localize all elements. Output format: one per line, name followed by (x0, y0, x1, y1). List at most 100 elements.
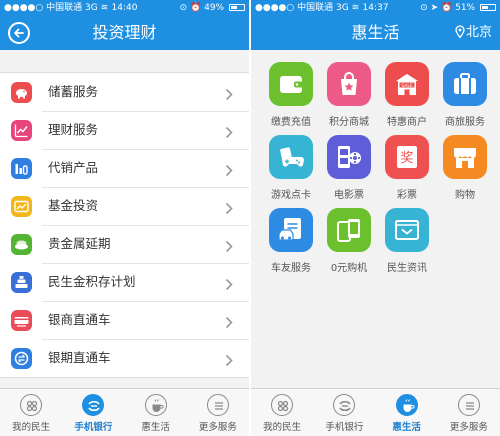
chevron-right-icon (225, 162, 233, 181)
sale-store-icon: SALE (385, 62, 429, 106)
battery-icon (229, 4, 245, 11)
grid-item[interactable]: 奖彩票 (378, 135, 436, 201)
city-selector[interactable]: 北京 (455, 16, 492, 50)
wallet-icon (269, 62, 313, 106)
service-list: 储蓄服务理财服务代销产品基金投资贵金属延期 民生金积存计划银商直通车银期直通车 (0, 72, 249, 378)
lottery-icon: 奖 (385, 135, 429, 179)
grid-item-label: 特惠商户 (387, 117, 427, 128)
chevron-right-icon (225, 314, 233, 333)
grid-item-label: 缴费充值 (271, 117, 311, 128)
grid-item[interactable]: 0元购机 (320, 208, 378, 274)
bank-logo-icon (82, 394, 105, 416)
grid-icon (271, 394, 294, 416)
tab-life[interactable]: 惠生活 (376, 389, 438, 436)
grid-item[interactable]: SALE 特惠商户 (378, 62, 436, 128)
location-icon: ➤ (430, 3, 439, 13)
list-item-label: 银商直通车 (48, 312, 111, 327)
grid-item-label: 积分商城 (329, 117, 369, 128)
chevron-right-icon (225, 352, 233, 371)
life-screen: ●●●●○ 中国联通 3G ≋ 14:37 ⊙ ➤ ⏰ 51% 惠生活 北京 缴… (251, 0, 500, 436)
grid-item-label: 电影票 (334, 190, 364, 201)
tab-bar: 我的民生 手机银行 惠生活 更多服务 (251, 388, 500, 436)
grid-item[interactable]: 电影票 (320, 135, 378, 201)
piggy-bank-icon (11, 82, 32, 103)
grid-item[interactable]: 车友服务 (262, 208, 320, 274)
tab-life[interactable]: 惠生活 (125, 389, 187, 436)
fund-icon (11, 196, 32, 217)
gold-stack-icon (11, 272, 32, 293)
nav-bar: 惠生活 北京 (251, 16, 500, 50)
tab-mobile-bank[interactable]: 手机银行 (62, 389, 124, 436)
city-name: 北京 (465, 25, 492, 40)
grid-item[interactable]: 积分商城 (320, 62, 378, 128)
page-title: 投资理财 (92, 23, 157, 42)
tab-label: 惠生活 (141, 422, 170, 433)
grid-item[interactable]: 游戏点卡 (262, 135, 320, 201)
cup-icon (395, 394, 418, 416)
location-pin-icon (455, 25, 465, 39)
trend-chart-icon (11, 120, 32, 141)
tab-more[interactable]: 更多服务 (187, 389, 249, 436)
list-item-label: 代销产品 (48, 160, 99, 175)
shopping-bag-icon (327, 62, 371, 106)
grid-item-label: 彩票 (397, 190, 417, 201)
list-item[interactable]: 银商直通车 (0, 301, 249, 339)
grid-icon (20, 394, 43, 416)
grid-item[interactable]: 商旅服务 (436, 62, 494, 128)
tab-mine[interactable]: 我的民生 (0, 389, 62, 436)
tab-label: 手机银行 (325, 422, 364, 433)
grid-item-label: 游戏点卡 (271, 190, 311, 201)
film-icon (327, 135, 371, 179)
news-icon (385, 208, 429, 252)
cup-icon (144, 394, 167, 416)
list-item[interactable]: 储蓄服务 (0, 73, 249, 111)
gold-bars-icon (11, 234, 32, 255)
battery-icon (480, 4, 496, 11)
list-item[interactable]: 民生金积存计划 (0, 263, 249, 301)
grid-item-label: 民生资讯 (387, 263, 427, 274)
grid-item[interactable]: 缴费充值 (262, 62, 320, 128)
tab-label: 更多服务 (198, 422, 237, 433)
status-bar: ●●●●○ 中国联通 3G ≋ 14:40 ⊙ ⏰ 49% (0, 0, 249, 16)
lock-icon: ⊙ (179, 3, 188, 13)
store-icon (443, 135, 487, 179)
list-item-label: 理财服务 (48, 122, 99, 137)
card-icon (11, 310, 32, 331)
tab-mobile-bank[interactable]: 手机银行 (313, 389, 375, 436)
list-item[interactable]: 代销产品 (0, 149, 249, 187)
tab-label: 我的民生 (12, 422, 51, 433)
list-item[interactable]: 基金投资 (0, 187, 249, 225)
bar-chart-icon (11, 158, 32, 179)
alarm-icon: ⏰ (190, 3, 202, 13)
tab-label: 手机银行 (74, 422, 113, 433)
chevron-right-icon (225, 238, 233, 257)
battery-percent: 51% (455, 3, 476, 13)
grid-item[interactable]: 民生资讯 (378, 208, 436, 274)
battery-percent: 49% (204, 3, 225, 13)
tab-bar: 我的民生 手机银行 惠生活 更多服务 (0, 388, 249, 436)
chevron-right-icon (225, 86, 233, 105)
exchange-icon (11, 348, 32, 369)
alarm-icon: ⏰ (441, 3, 453, 13)
menu-icon (206, 394, 229, 416)
list-item-label: 银期直通车 (48, 350, 111, 365)
suitcase-icon (443, 62, 487, 106)
list-item-label: 基金投资 (48, 198, 99, 213)
menu-icon (457, 394, 480, 416)
list-item[interactable]: 银期直通车 (0, 339, 249, 377)
gamepad-icon (269, 135, 313, 179)
tab-more[interactable]: 更多服务 (438, 389, 500, 436)
tab-label: 更多服务 (449, 422, 488, 433)
chevron-right-icon (225, 124, 233, 143)
chevron-right-icon (225, 200, 233, 219)
status-bar: ●●●●○ 中国联通 3G ≋ 14:37 ⊙ ➤ ⏰ 51% (251, 0, 500, 16)
lock-icon: ⊙ (420, 3, 428, 13)
tab-mine[interactable]: 我的民生 (251, 389, 313, 436)
grid-item-label: 购物 (455, 190, 475, 201)
list-item-label: 储蓄服务 (48, 84, 99, 99)
list-item[interactable]: 理财服务 (0, 111, 249, 149)
list-item[interactable]: 贵金属延期 (0, 225, 249, 263)
nav-bar: 投资理财 (0, 16, 249, 50)
grid-item[interactable]: 购物 (436, 135, 494, 201)
car-clipboard-icon (269, 208, 313, 252)
